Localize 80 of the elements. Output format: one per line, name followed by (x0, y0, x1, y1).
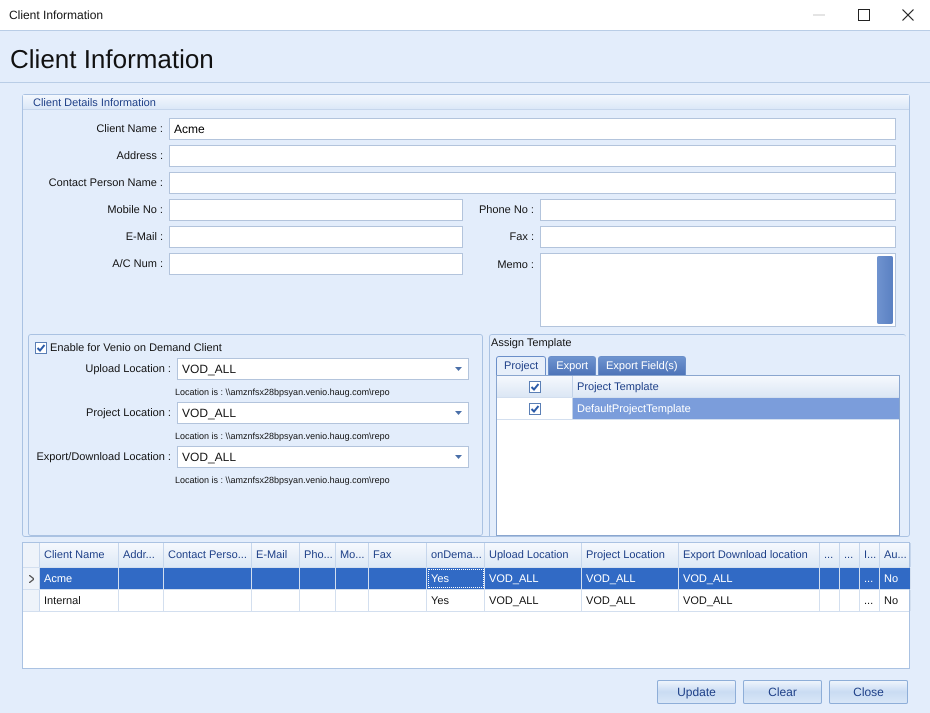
maximize-icon[interactable] (858, 9, 870, 21)
column-header[interactable]: Fax (369, 543, 427, 567)
action-button[interactable]: Clear (743, 680, 822, 704)
column-header[interactable]: Pho... (300, 543, 336, 567)
page-title: Client Information (10, 44, 214, 75)
field-label: E-Mail : (124, 231, 164, 243)
input-field[interactable] (540, 199, 896, 221)
field-label: Phone No : (478, 204, 535, 216)
window-title: Client Information (9, 8, 104, 22)
column-header[interactable]: E-Mail (252, 543, 300, 567)
field-label: Project Location : (85, 407, 172, 419)
column-header[interactable]: ... (840, 543, 860, 567)
table-cell: ... (860, 590, 880, 611)
input-field[interactable] (169, 172, 896, 194)
table-cell: VOD_ALL (679, 568, 820, 589)
column-header[interactable]: onDema... (427, 543, 485, 567)
tab[interactable]: Project (496, 356, 546, 375)
table-cell: VOD_ALL (582, 568, 679, 589)
table-cell: No (880, 590, 911, 611)
location-note: Location is : \\amznfsx28bpsyan.venio.haug.com\repo (175, 475, 390, 485)
column-header[interactable]: Client Name (40, 543, 119, 567)
dropdown[interactable]: VOD_ALL (177, 358, 469, 380)
checkbox[interactable] (528, 380, 540, 392)
dropdown-arrow-icon[interactable] (455, 455, 462, 459)
dropdown[interactable]: VOD_ALL (177, 446, 469, 468)
table-cell: VOD_ALL (679, 590, 820, 611)
close-icon[interactable] (902, 9, 914, 21)
table-cell: VOD_ALL (582, 590, 679, 611)
memo-field[interactable] (540, 253, 896, 327)
column-header[interactable]: Au... (880, 543, 911, 567)
scrollbar[interactable] (877, 256, 893, 324)
column-header[interactable]: Upload Location (485, 543, 582, 567)
checkbox-label: Enable for Venio on Demand Client (50, 342, 222, 354)
checkbox[interactable] (35, 342, 47, 354)
field-label: Fax : (508, 231, 535, 243)
table-cell: VOD_ALL (485, 590, 582, 611)
column-header[interactable]: Export Download location (679, 543, 820, 567)
table-cell: VOD_ALL (485, 568, 582, 589)
table-row[interactable]: Internal Yes VOD_ALL VOD_ALL VOD_ALL ... No (23, 590, 909, 612)
column-header[interactable]: Project Location (582, 543, 679, 567)
column-header[interactable]: Addr... (119, 543, 164, 567)
table-cell: Yes (427, 590, 485, 611)
tab[interactable]: Export Field(s) (598, 356, 686, 375)
field-label: Client Name : (95, 123, 164, 135)
field-label: Memo : (496, 259, 535, 271)
input-field[interactable] (169, 145, 896, 167)
checkbox[interactable] (528, 402, 540, 414)
action-button[interactable]: Update (657, 680, 736, 704)
input-field[interactable] (169, 226, 463, 248)
table-cell: ... (860, 568, 880, 589)
group-title: Client Details Information (33, 97, 156, 109)
field-label: Export/Download Location : (35, 451, 172, 463)
table-cell: No (880, 568, 911, 589)
field-label: Mobile No : (106, 204, 164, 216)
input-field[interactable] (169, 253, 463, 275)
action-button[interactable]: Close (829, 680, 908, 704)
location-note: Location is : \\amznfsx28bpsyan.venio.haug.com\repo (175, 431, 390, 441)
column-header[interactable]: I... (860, 543, 880, 567)
table-cell: Yes (427, 568, 485, 589)
input-field[interactable] (169, 199, 463, 221)
table-cell: Acme (40, 568, 119, 589)
tab[interactable]: Export (548, 356, 596, 375)
input-field[interactable] (540, 226, 896, 248)
column-header[interactable]: ... (820, 543, 840, 567)
row-pointer-icon (28, 574, 34, 582)
field-label: Upload Location : (84, 363, 172, 375)
dropdown-arrow-icon[interactable] (455, 411, 462, 415)
input-field[interactable]: Acme (169, 118, 896, 140)
column-header[interactable]: Mo... (336, 543, 369, 567)
dropdown[interactable]: VOD_ALL (177, 402, 469, 424)
field-label: Contact Person Name : (48, 177, 164, 189)
location-note: Location is : \\amznfsx28bpsyan.venio.haug.com\repo (175, 387, 390, 397)
field-label: Address : (116, 150, 164, 162)
table-cell: Internal (40, 590, 119, 611)
column-header[interactable]: Contact Perso... (164, 543, 252, 567)
panel-title: Assign Template (491, 337, 572, 349)
grid-corner (23, 543, 40, 567)
dropdown-arrow-icon[interactable] (455, 367, 462, 371)
table-row[interactable]: Acme Yes VOD_ALL VOD_ALL VOD_ALL ... No (23, 568, 909, 590)
field-label: A/C Num : (111, 258, 164, 270)
